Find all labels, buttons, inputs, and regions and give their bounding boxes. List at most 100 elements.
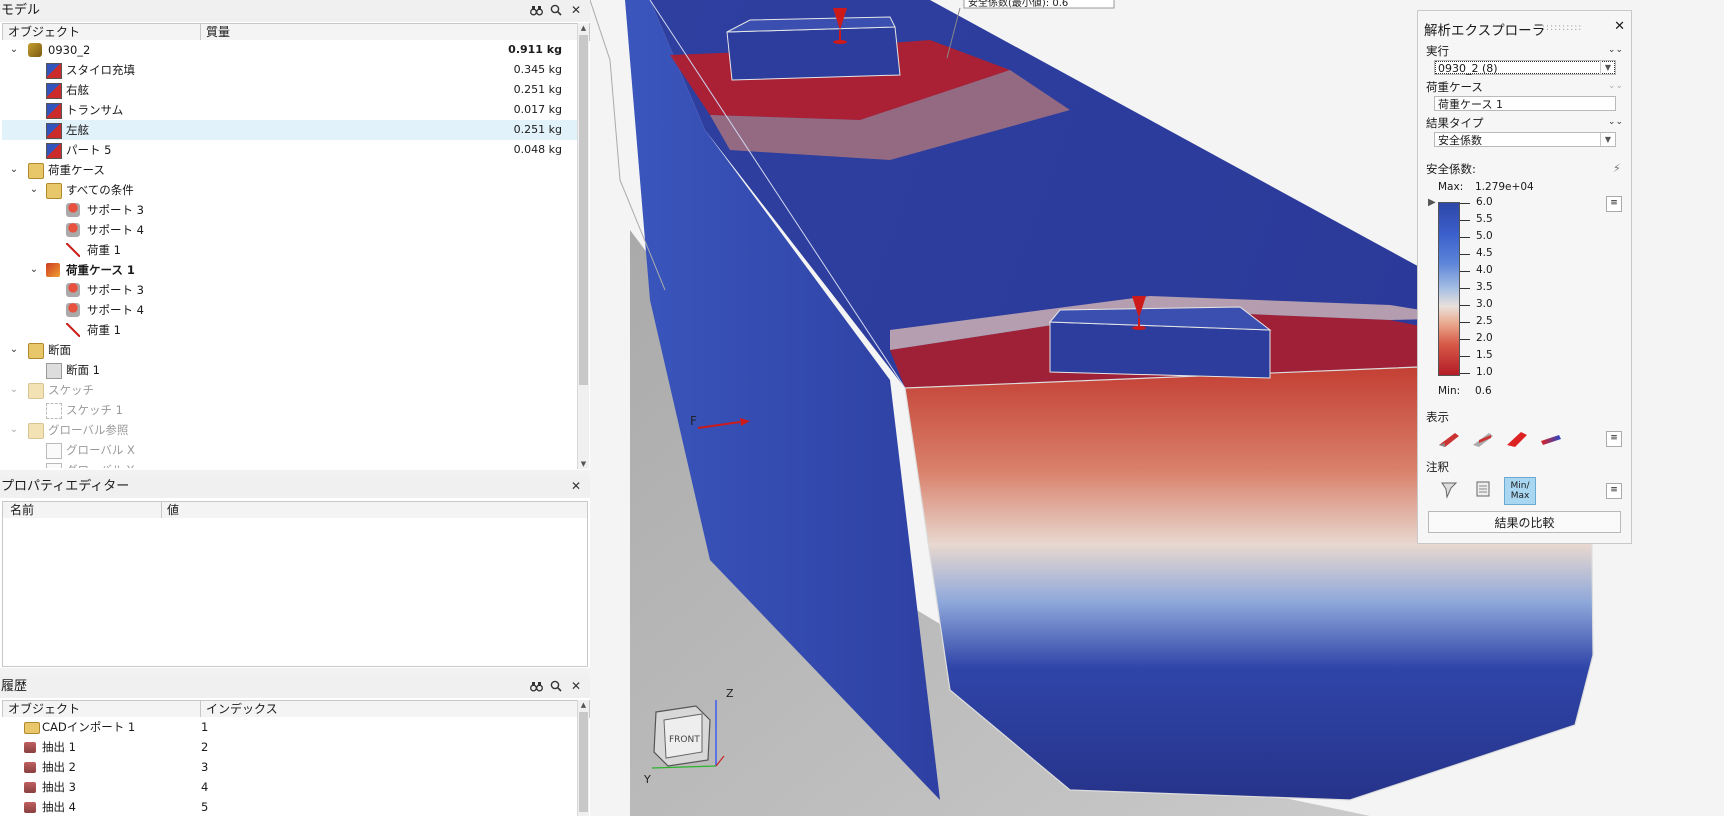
axis-y-label: Y <box>643 773 651 786</box>
tree-row-sketch[interactable]: スケッチ 1 <box>2 400 578 420</box>
tree-row-loadcase[interactable]: ⌄ 荷重ケース 1 <box>2 260 578 280</box>
tree-row-folder[interactable]: ⌄ すべての条件 <box>2 180 578 200</box>
scroll-thumb[interactable] <box>579 712 588 812</box>
chevron-down-icon[interactable]: ▼ <box>1600 133 1615 146</box>
chevron-down-icon[interactable]: ⌄ <box>8 40 20 60</box>
history-index: 2 <box>201 740 209 754</box>
tree-row-global[interactable]: グローバル Y <box>2 460 578 468</box>
model-tree: ⌄ 0930_2 0.911 kg スタイロ充填 0.345 kg 右舷 0.2… <box>2 40 578 468</box>
chevron-down-icon[interactable]: ⌄ <box>8 380 20 400</box>
display-menu-button[interactable]: ≡ <box>1606 431 1622 447</box>
deformed-view-icon[interactable] <box>1436 427 1462 451</box>
tree-row-section[interactable]: 断面 1 <box>2 360 578 380</box>
search-icon[interactable] <box>549 679 563 693</box>
tree-row-part[interactable]: 右舷 0.251 kg <box>2 80 578 100</box>
col-mass[interactable]: 質量 <box>203 24 230 40</box>
chevron-down-icon[interactable]: ⌄ <box>8 160 20 180</box>
tree-row-part[interactable]: パート 5 0.048 kg <box>2 140 578 160</box>
tree-row-load[interactable]: 荷重 1 <box>2 240 578 260</box>
chevron-down-icon[interactable]: ⌄ <box>28 260 40 280</box>
tree-row-part[interactable]: スタイロ充填 0.345 kg <box>2 60 578 80</box>
history-row[interactable]: CADインポート 1 1 <box>2 717 578 737</box>
tree-row-support[interactable]: サポート 3 <box>2 280 578 300</box>
tree-label: 荷重ケース <box>48 163 105 177</box>
tree-row-folder[interactable]: ⌄ 断面 <box>2 340 578 360</box>
close-icon[interactable]: ✕ <box>569 479 583 493</box>
close-icon[interactable]: ✕ <box>569 679 583 693</box>
lightning-icon[interactable]: ⚡ <box>1613 161 1621 175</box>
history-index: 3 <box>201 760 209 774</box>
tree-row-support[interactable]: サポート 4 <box>2 220 578 240</box>
contour-view-icon[interactable] <box>1504 427 1530 451</box>
part-icon <box>46 123 62 139</box>
history-row[interactable]: 抽出 2 3 <box>2 757 578 777</box>
scroll-down-icon[interactable]: ▼ <box>578 459 589 469</box>
scroll-up-icon[interactable]: ▲ <box>578 700 589 710</box>
tree-row-folder[interactable]: ⌄ スケッチ <box>2 380 578 400</box>
tree-label: 断面 1 <box>66 363 100 377</box>
tree-row-global[interactable]: グローバル X <box>2 440 578 460</box>
table-annotation-icon[interactable] <box>1470 477 1496 501</box>
close-icon[interactable]: ✕ <box>1614 19 1625 34</box>
tree-label: トランサム <box>66 103 124 117</box>
view-cube[interactable]: FRONT <box>653 705 711 767</box>
gradient-view-icon[interactable] <box>1538 427 1564 451</box>
legend-colorbar[interactable] <box>1438 202 1460 376</box>
history-row[interactable]: 抽出 4 5 <box>2 797 578 816</box>
load-icon <box>66 323 80 337</box>
col-name[interactable]: 名前 <box>7 502 34 518</box>
tree-label: グローバル X <box>66 443 135 457</box>
chevron-down-icon[interactable]: ⌄ <box>8 340 20 360</box>
part-icon <box>46 83 62 99</box>
support-icon <box>66 283 80 297</box>
close-icon[interactable]: ✕ <box>569 3 583 17</box>
legend-menu-button[interactable]: ≡ <box>1606 196 1622 212</box>
collapse-icon[interactable]: ⌄⌄ <box>1608 81 1623 91</box>
max-label: Max: <box>1438 181 1464 193</box>
tree-row-load[interactable]: 荷重 1 <box>2 320 578 340</box>
search-icon[interactable] <box>549 3 563 17</box>
tree-row-folder[interactable]: ⌄ 荷重ケース <box>2 160 578 180</box>
chevron-down-icon[interactable]: ▼ <box>1600 61 1615 74</box>
history-row[interactable]: 抽出 3 4 <box>2 777 578 797</box>
probe-icon[interactable] <box>1436 477 1462 501</box>
tree-row-folder[interactable]: ⌄ グローバル参照 <box>2 420 578 440</box>
col-index[interactable]: インデックス <box>203 701 278 717</box>
binoculars-icon[interactable] <box>529 3 543 17</box>
tree-row-part-selected[interactable]: 左舷 0.251 kg <box>2 120 578 140</box>
history-scrollbar[interactable]: ▲ <box>577 700 589 816</box>
col-object[interactable]: オブジェクト <box>5 24 80 40</box>
model-scrollbar[interactable]: ▲ ▼ <box>577 23 589 469</box>
loadcase-select[interactable]: 荷重ケース 1 <box>1434 96 1616 111</box>
tree-label: 荷重 1 <box>87 323 121 337</box>
tree-row-part[interactable]: トランサム 0.017 kg <box>2 100 578 120</box>
minmax-toggle[interactable]: Min/ Max <box>1504 477 1536 505</box>
run-select[interactable]: 0930_2 (8) ▼ <box>1434 60 1616 75</box>
tree-row-support[interactable]: サポート 4 <box>2 300 578 320</box>
collapse-icon[interactable]: ⌄⌄ <box>1608 45 1623 55</box>
support-icon <box>66 203 80 217</box>
undeformed-view-icon[interactable] <box>1470 427 1496 451</box>
scroll-up-icon[interactable]: ▲ <box>578 23 589 33</box>
col-value[interactable]: 値 <box>164 502 179 518</box>
tree-row-support[interactable]: サポート 3 <box>2 200 578 220</box>
tree-label: スケッチ 1 <box>66 403 123 417</box>
tree-row-model[interactable]: ⌄ 0930_2 0.911 kg <box>2 40 578 60</box>
collapse-icon[interactable]: ⌄⌄ <box>1608 117 1623 127</box>
chevron-down-icon[interactable]: ⌄ <box>28 180 40 200</box>
chevron-down-icon[interactable]: ⌄ <box>8 420 20 440</box>
viewcube-face[interactable]: FRONT <box>669 735 700 745</box>
annotation-menu-button[interactable]: ≡ <box>1606 483 1622 499</box>
model-icon <box>28 43 42 57</box>
resulttype-select[interactable]: 安全係数 ▼ <box>1434 132 1616 147</box>
drag-grip-icon[interactable]: :::::::::: <box>1542 23 1582 33</box>
col-object[interactable]: オブジェクト <box>5 701 80 717</box>
compare-results-button[interactable]: 結果の比較 <box>1428 511 1621 533</box>
binoculars-icon[interactable] <box>529 679 543 693</box>
legend-pointer-icon[interactable]: ▶ <box>1428 197 1436 208</box>
property-panel-title: プロパティエディター ✕ <box>0 476 591 498</box>
min-label: Min: <box>1438 385 1461 397</box>
scroll-thumb[interactable] <box>579 35 588 385</box>
history-row[interactable]: 抽出 1 2 <box>2 737 578 757</box>
extract-icon <box>24 802 36 813</box>
